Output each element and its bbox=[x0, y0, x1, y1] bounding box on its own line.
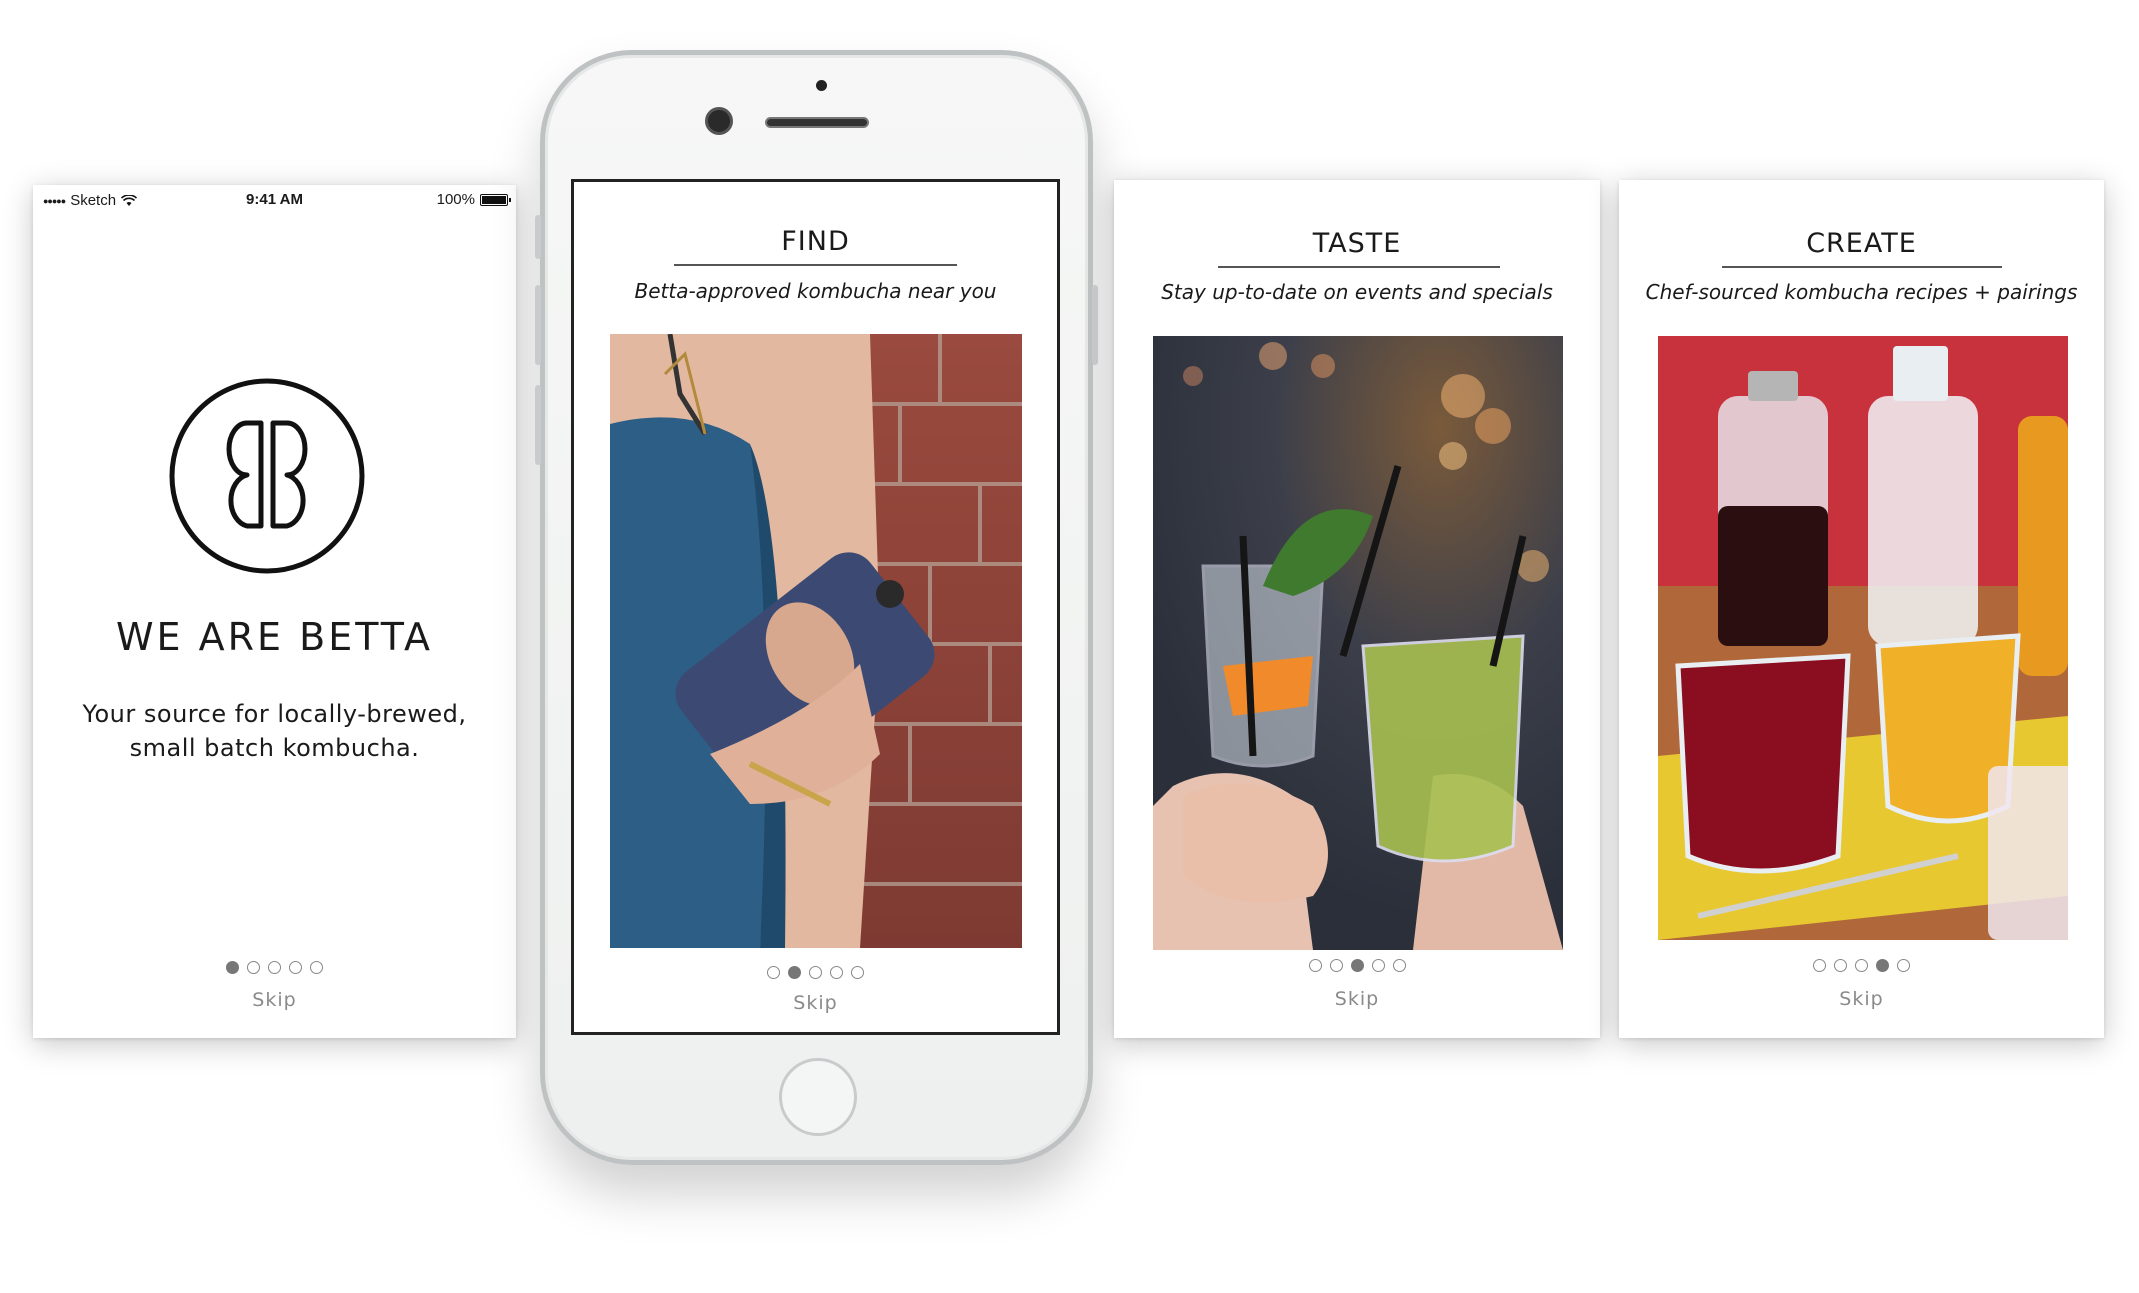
onboarding-screen-taste: TASTE Stay up-to-date on events and spec… bbox=[1114, 180, 1600, 1038]
onboarding-screen-find: FIND Betta-approved kombucha near you Sk… bbox=[571, 179, 1060, 1035]
skip-button[interactable]: Skip bbox=[1114, 988, 1600, 1010]
page-dot-4[interactable] bbox=[1876, 959, 1889, 972]
welcome-subtitle-line1: Your source for locally-brewed, bbox=[82, 700, 467, 728]
onboarding-screen-welcome: ●●●●● Sketch 9:41 AM 100% WE ARE BETTA Y… bbox=[33, 185, 516, 1038]
title-divider bbox=[1722, 266, 2002, 268]
page-indicator bbox=[33, 961, 516, 974]
taste-title: TASTE bbox=[1312, 228, 1402, 259]
page-dot-2[interactable] bbox=[788, 966, 801, 979]
volume-up-button bbox=[535, 285, 541, 365]
volume-down-button bbox=[535, 385, 541, 465]
onboarding-screen-create: CREATE Chef-sourced kombucha recipes + p… bbox=[1619, 180, 2104, 1038]
home-button[interactable] bbox=[779, 1058, 857, 1136]
page-dot-1[interactable] bbox=[1308, 959, 1322, 972]
page-dot-5[interactable] bbox=[851, 966, 864, 979]
find-title: FIND bbox=[781, 226, 850, 257]
proximity-sensor bbox=[816, 80, 827, 91]
create-title: CREATE bbox=[1806, 228, 1917, 259]
title-divider bbox=[674, 264, 957, 266]
welcome-title: WE ARE BETTA bbox=[115, 615, 434, 659]
page-dot-3[interactable] bbox=[809, 966, 822, 979]
page-dot-5[interactable] bbox=[310, 961, 323, 974]
skip-button[interactable]: Skip bbox=[33, 989, 516, 1011]
page-dot-5[interactable] bbox=[1897, 959, 1910, 972]
page-dot-4[interactable] bbox=[1371, 959, 1385, 972]
betta-logo bbox=[169, 378, 365, 574]
welcome-subtitle: Your source for locally-brewed, small ba… bbox=[63, 697, 486, 765]
create-photo-syrup-bottles bbox=[1658, 336, 2068, 940]
page-dot-1[interactable] bbox=[767, 966, 780, 979]
page-dot-2[interactable] bbox=[1329, 959, 1343, 972]
page-dot-5[interactable] bbox=[1392, 959, 1406, 972]
skip-button[interactable]: Skip bbox=[1619, 988, 2104, 1010]
power-button bbox=[1092, 285, 1098, 365]
battery-percent: 100% bbox=[436, 191, 475, 208]
front-camera-icon bbox=[705, 107, 733, 135]
page-dot-2[interactable] bbox=[1834, 959, 1847, 972]
page-dot-1[interactable] bbox=[1813, 959, 1826, 972]
earpiece-speaker bbox=[765, 117, 869, 128]
page-indicator bbox=[1619, 959, 2104, 972]
skip-button[interactable]: Skip bbox=[574, 992, 1057, 1014]
iphone-device-frame: FIND Betta-approved kombucha near you Sk… bbox=[535, 50, 1098, 1165]
page-dot-4[interactable] bbox=[289, 961, 302, 974]
title-divider bbox=[1218, 266, 1500, 268]
page-dot-3[interactable] bbox=[268, 961, 281, 974]
welcome-subtitle-line2: small batch kombucha. bbox=[129, 734, 420, 762]
page-dot-4[interactable] bbox=[830, 966, 843, 979]
taste-subtitle: Stay up-to-date on events and specials bbox=[1161, 280, 1553, 304]
page-dot-2[interactable] bbox=[247, 961, 260, 974]
create-subtitle: Chef-sourced kombucha recipes + pairings bbox=[1645, 280, 2078, 304]
find-photo-phone-in-hand bbox=[610, 334, 1022, 948]
find-subtitle: Betta-approved kombucha near you bbox=[634, 279, 997, 303]
page-indicator bbox=[1114, 959, 1600, 972]
page-dot-3[interactable] bbox=[1855, 959, 1868, 972]
page-dot-1[interactable] bbox=[226, 961, 239, 974]
battery-icon bbox=[480, 193, 511, 206]
page-indicator bbox=[574, 966, 1057, 979]
taste-photo-cocktails-toast bbox=[1153, 336, 1563, 950]
status-bar: ●●●●● Sketch 9:41 AM 100% bbox=[33, 185, 516, 213]
page-dot-3[interactable] bbox=[1350, 959, 1364, 972]
mute-switch bbox=[535, 215, 541, 259]
